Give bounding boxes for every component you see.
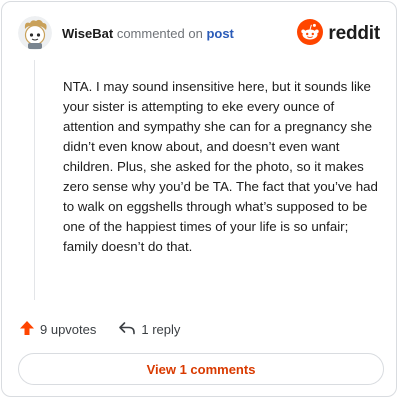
post-link[interactable]: post: [206, 26, 233, 41]
reply-arrow-icon: [118, 320, 136, 339]
upvote-arrow-icon: [19, 320, 35, 339]
snoo-avatar-icon[interactable]: [18, 16, 52, 50]
reddit-brand[interactable]: reddit: [297, 18, 380, 50]
upvotes-count: 9 upvotes: [40, 321, 97, 337]
reddit-wordmark: reddit: [328, 23, 380, 44]
reply-button[interactable]: 1 reply: [118, 320, 180, 339]
upvote-button[interactable]: 9 upvotes: [19, 320, 96, 339]
thread-line: [34, 60, 35, 300]
comment-body: NTA. I may sound insensitive here, but i…: [63, 79, 378, 254]
reply-count: 1 reply: [141, 321, 181, 337]
username-link[interactable]: WiseBat: [62, 26, 113, 41]
action-text: commented on: [116, 26, 203, 41]
comment-actions: 9 upvotes 1 reply: [19, 319, 180, 339]
reddit-logo-icon: [297, 18, 324, 50]
view-comments-button[interactable]: View 1 comments: [18, 353, 384, 385]
comment-headline: WiseBat commented on post: [62, 26, 234, 42]
comment-header: WiseBat commented on post reddit: [18, 16, 380, 52]
comment-card: WiseBat commented on post reddit NTA. I …: [1, 1, 397, 397]
